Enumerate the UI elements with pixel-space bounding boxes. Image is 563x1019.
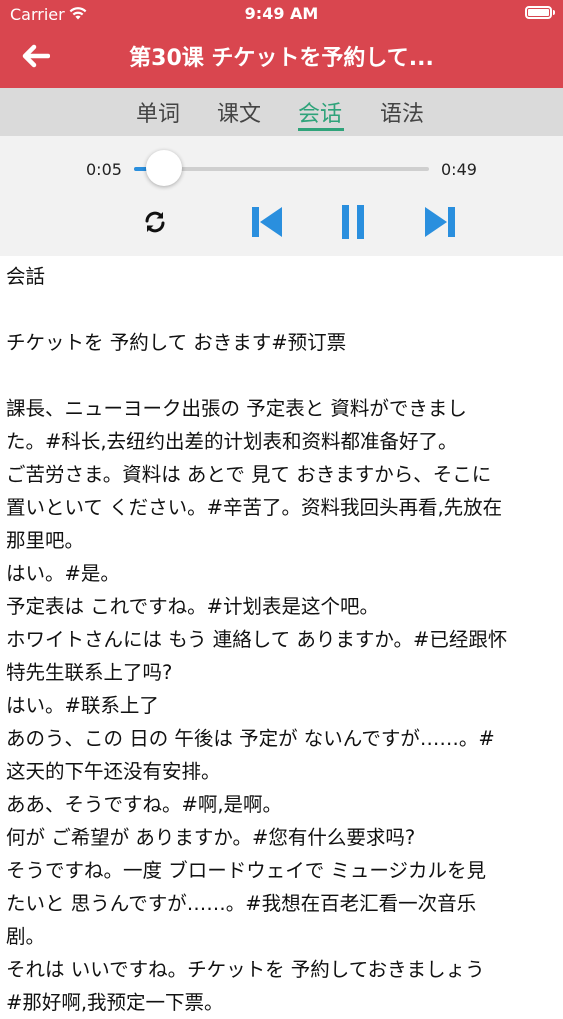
progress-thumb[interactable] [145, 150, 182, 186]
text-line: あのう、この 日の 午後は 予定が ないんですが……。# [6, 727, 495, 750]
text-line: 課長、ニューヨーク出張の 予定表と 資料ができまし [6, 397, 467, 420]
text-line: そうですね。一度 ブロードウェイで ミュージカルを見 [6, 859, 487, 882]
tab-text[interactable]: 课文 [217, 96, 261, 128]
text-line: 这天的下午还没有安排。 [6, 760, 221, 783]
text-line: ああ、そうですね。#啊,是啊。 [6, 793, 283, 816]
arrow-left-icon [20, 44, 51, 72]
text-line: はい。#是。 [6, 562, 120, 585]
next-icon [423, 205, 457, 243]
text-line: 予定表は これですね。#计划表是这个吧。 [6, 595, 379, 618]
current-time: 0:05 [86, 160, 122, 179]
previous-button[interactable] [247, 206, 287, 242]
tab-bar: 单词 课文 会话 语法 [0, 88, 563, 136]
back-button[interactable] [14, 40, 56, 76]
text-line: 那里吧。 [6, 529, 85, 552]
header-bar: Carrier 9:49 AM 第30课 チケットを予約して... [0, 0, 563, 88]
text-line: チケットを 予約して おきます#预订票 [6, 331, 347, 354]
status-time: 9:49 AM [244, 4, 319, 23]
tab-vocabulary[interactable]: 单词 [136, 96, 180, 128]
text-line: た。#科长,去纽约出差的计划表和资料都准备好了。 [6, 430, 458, 453]
page-title: 第30课 チケットを予約して... [129, 46, 434, 71]
text-line: たいと 思うんですが……。#我想在百老汇看一次音乐 [6, 892, 477, 915]
previous-icon [250, 205, 284, 243]
tab-grammar[interactable]: 语法 [380, 96, 424, 128]
next-button[interactable] [420, 206, 460, 242]
repeat-icon [142, 209, 168, 239]
text-line: ご苦労さま。資料は あとで 見て おきますから、そこに [6, 463, 492, 486]
text-line: はい。#联系上了 [6, 694, 159, 717]
pause-icon [340, 204, 366, 244]
pause-button[interactable] [333, 204, 373, 244]
conversation-text: 会話チケットを 予約して おきます#预订票課長、ニューヨーク出張の 予定表と 資… [6, 260, 558, 1019]
battery-icon [525, 6, 555, 19]
text-line: 置いといて ください。#辛苦了。资料我回头再看,先放在 [6, 496, 503, 519]
text-line: 特先生联系上了吗? [6, 661, 173, 684]
active-tab-indicator [298, 128, 344, 131]
audio-player: 0:05 0:49 [0, 136, 563, 256]
repeat-button[interactable] [135, 206, 175, 242]
text-line: #那好啊,我预定一下票。 [6, 991, 224, 1014]
tab-conversation[interactable]: 会话 [298, 96, 342, 128]
text-line: 会話 [6, 265, 46, 288]
status-bar: Carrier 9:49 AM [0, 0, 563, 30]
text-line: 剧。 [6, 925, 46, 948]
nav-bar: 第30课 チケットを予約して... [0, 30, 563, 88]
text-line: 何が ご希望が ありますか。#您有什么要求吗? [6, 826, 416, 849]
total-time: 0:49 [441, 160, 477, 179]
text-line: ホワイトさんには もう 連絡して ありますか。#已经跟怀 [6, 628, 508, 651]
text-line: それは いいですね。チケットを 予約しておきましょう [6, 958, 485, 981]
